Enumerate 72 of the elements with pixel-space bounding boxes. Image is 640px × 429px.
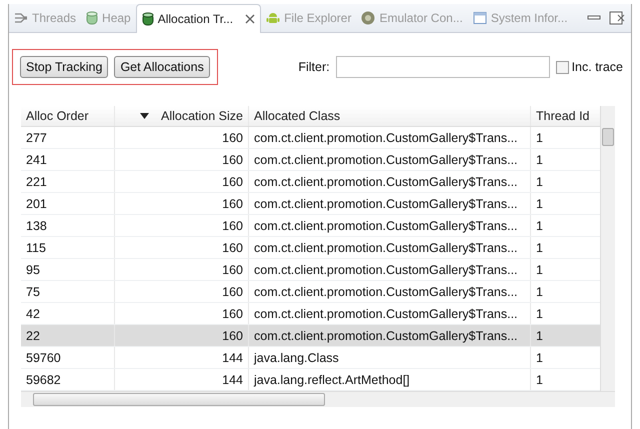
- table-cell: com.ct.client.promotion.CustomGallery$Trans...: [254, 196, 518, 210]
- column-header[interactable]: Allocation Size: [161, 109, 243, 123]
- table-cell: 160: [222, 284, 243, 298]
- table-cell: com.ct.client.promotion.CustomGallery$Trans...: [254, 174, 518, 188]
- table-cell: 1: [536, 350, 543, 364]
- cylinder-icon: [86, 12, 98, 24]
- table-cell: com.ct.client.promotion.CustomGallery$Trans...: [254, 130, 518, 144]
- maximize-icon[interactable]: [610, 12, 624, 24]
- minimize-icon[interactable]: [588, 16, 600, 20]
- table-cell: 1: [536, 284, 543, 298]
- table-cell: 22: [26, 328, 40, 342]
- filter-field[interactable]: [336, 56, 550, 78]
- table-cell: com.ct.client.promotion.CustomGallery$Trans...: [254, 240, 518, 254]
- horizontal-scrollbar[interactable]: [21, 391, 615, 407]
- table-cell: 1: [536, 130, 543, 144]
- table-cell: 115: [26, 240, 46, 254]
- table-cell: 160: [222, 174, 243, 188]
- filter-label: Filter:: [298, 60, 330, 74]
- inc-trace-label: Inc. trace: [572, 60, 623, 74]
- table-cell: 1: [536, 174, 543, 188]
- table-row[interactable]: 22 160 com.ct.client.promotion.CustomGallery$Trans... 1: [21, 325, 600, 347]
- table-cell: com.ct.client.promotion.CustomGallery$Trans...: [254, 306, 518, 320]
- table-cell: 160: [222, 262, 243, 276]
- table-cell: java.lang.Class: [254, 350, 339, 364]
- threads-icon: [14, 13, 28, 23]
- cylinder-icon: [142, 12, 154, 26]
- table-cell: 1: [536, 262, 543, 276]
- tab[interactable]: Allocation Tr...: [136, 4, 262, 33]
- table-cell: 241: [26, 152, 47, 166]
- table-cell: 138: [26, 218, 47, 232]
- table-cell: com.ct.client.promotion.CustomGallery$Trans...: [254, 218, 518, 232]
- table-cell: com.ct.client.promotion.CustomGallery$Trans...: [254, 262, 518, 276]
- table-cell: 160: [222, 218, 243, 232]
- table-cell: 160: [222, 152, 243, 166]
- robot-icon: [266, 13, 280, 23]
- table-cell: 95: [26, 262, 40, 276]
- table-cell: 144: [222, 350, 243, 364]
- table-cell: java.lang.reflect.ArtMethod[]: [254, 372, 410, 386]
- table-cell: 59682: [26, 372, 61, 386]
- column-header[interactable]: Thread Id: [536, 109, 590, 123]
- close-icon[interactable]: [245, 14, 255, 24]
- table-cell: 59760: [26, 350, 61, 364]
- table-cell: 1: [536, 306, 543, 320]
- vertical-scrollbar[interactable]: [600, 106, 615, 391]
- table-cell: 144: [222, 372, 243, 386]
- column-header[interactable]: Allocated Class: [254, 109, 340, 123]
- table-cell: 1: [536, 240, 543, 254]
- inc-trace-checkbox[interactable]: [556, 60, 569, 74]
- table-cell: 160: [222, 306, 243, 320]
- table-cell: 160: [222, 328, 243, 342]
- sort-icon[interactable]: [140, 113, 149, 119]
- table-cell: 1: [536, 196, 543, 210]
- table-cell: 42: [26, 306, 40, 320]
- table-cell: com.ct.client.promotion.CustomGallery$Trans...: [254, 284, 518, 298]
- table-cell: 1: [536, 328, 543, 342]
- table-cell: 1: [536, 152, 543, 166]
- window-icon: [473, 12, 486, 24]
- table-cell: 75: [26, 284, 40, 298]
- table-cell: 1: [536, 372, 543, 386]
- table-cell: com.ct.client.promotion.CustomGallery$Trans...: [254, 328, 518, 342]
- table-cell: 160: [222, 130, 243, 144]
- table-cell: com.ct.client.promotion.CustomGallery$Trans...: [254, 152, 518, 166]
- column-header[interactable]: Alloc Order: [26, 109, 89, 123]
- table-cell: 160: [222, 196, 243, 210]
- table-cell: 277: [26, 130, 47, 144]
- table-cell: 160: [222, 240, 243, 254]
- table-cell: 201: [26, 196, 47, 210]
- table-cell: 221: [26, 174, 47, 188]
- table-cell: 1: [536, 218, 543, 232]
- button[interactable]: Get Allocations: [114, 56, 210, 78]
- button[interactable]: Stop Tracking: [20, 56, 108, 78]
- disc-icon: [362, 12, 375, 24]
